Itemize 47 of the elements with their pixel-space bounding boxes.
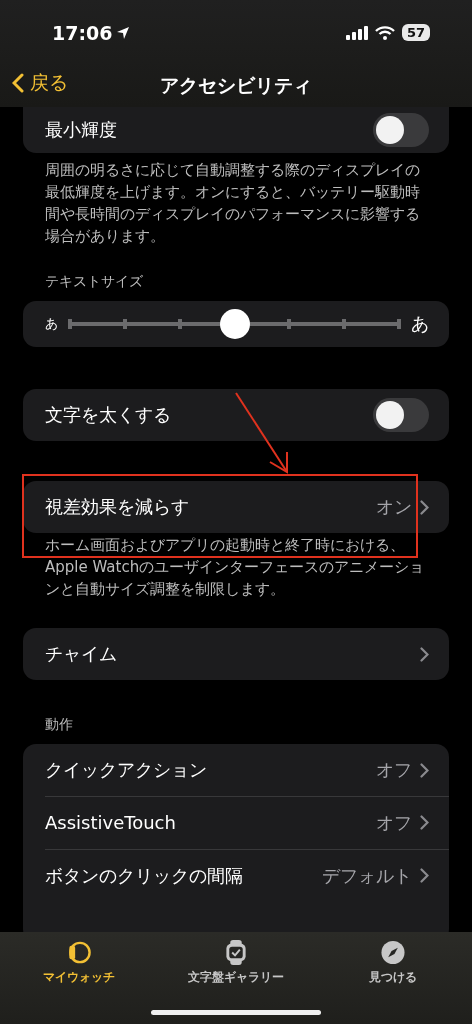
back-button[interactable]: 戻る <box>12 70 68 96</box>
row-label: チャイム <box>45 642 118 666</box>
watch-icon <box>225 940 247 965</box>
chevron-icon <box>420 499 429 515</box>
signal-icon <box>345 25 368 40</box>
slider-track[interactable] <box>70 309 399 339</box>
row-value: デフォルト <box>322 863 412 888</box>
chevron-icon <box>420 868 429 883</box>
tab-item[interactable]: 見つける <box>323 940 464 986</box>
settings-row[interactable]: 文字を太くする <box>23 389 449 441</box>
section-footer: 周囲の明るさに応じて自動調整する際のディスプレイの最低輝度を上げます。オンにすると、バッテリー駆動時間や長時間のディスプレイのパフォーマンスに影響する場合があります。 <box>23 159 449 247</box>
section-header: テキストサイズ <box>44 273 144 291</box>
status-time: 17:06 <box>52 21 113 44</box>
compass-icon <box>380 940 407 965</box>
settings-row[interactable]: AssistiveTouch オフ <box>23 796 449 849</box>
text-size-slider[interactable]: あ あ <box>23 301 449 347</box>
row-label: AssistiveTouch <box>45 812 177 833</box>
slider-thumb[interactable] <box>219 309 250 339</box>
chevron-icon <box>420 815 429 830</box>
tab-item[interactable]: 文字盤ギャラリー <box>166 940 306 986</box>
row-label: 最小輝度 <box>45 118 118 142</box>
settings-row[interactable]: チャイム <box>23 628 449 680</box>
section-header: 動作 <box>44 716 74 734</box>
large-size-label: あ <box>411 312 429 336</box>
chevron-icon <box>420 646 429 662</box>
settings-row[interactable]: クイックアクション オフ <box>23 744 449 796</box>
wifi-icon <box>374 25 395 40</box>
row-value: オフ <box>376 758 412 782</box>
row-value: オフ <box>376 810 412 835</box>
toggle-switch[interactable] <box>373 113 429 147</box>
settings-row[interactable]: 最小輝度 <box>23 107 449 153</box>
row-label: クイックアクション <box>45 758 208 782</box>
toggle-switch[interactable] <box>373 398 429 432</box>
settings-row[interactable]: 視差効果を減らす オン <box>23 481 449 533</box>
row-label: 文字を太くする <box>45 403 172 427</box>
tab-item[interactable]: マイウォッチ <box>8 940 149 986</box>
back-chevron-icon <box>12 73 24 93</box>
page-title: アクセシビリティ <box>160 73 312 98</box>
row-label: 視差効果を減らす <box>45 495 190 519</box>
section-footer: ホーム画面およびアプリの起動時と終了時における、Apple Watchのユーザインターフェースのアニメーションと自動サイズ調整を制限します。 <box>23 534 449 600</box>
small-size-label: あ <box>45 315 58 333</box>
row-label: ボタンのクリックの間隔 <box>45 863 244 888</box>
settings-row[interactable]: ボタンのクリックの間隔 デフォルト <box>23 849 449 902</box>
row-value: オン <box>376 495 412 519</box>
location-arrow-icon <box>116 25 131 40</box>
battery-level: 57 <box>401 24 430 41</box>
chevron-icon <box>420 762 429 778</box>
